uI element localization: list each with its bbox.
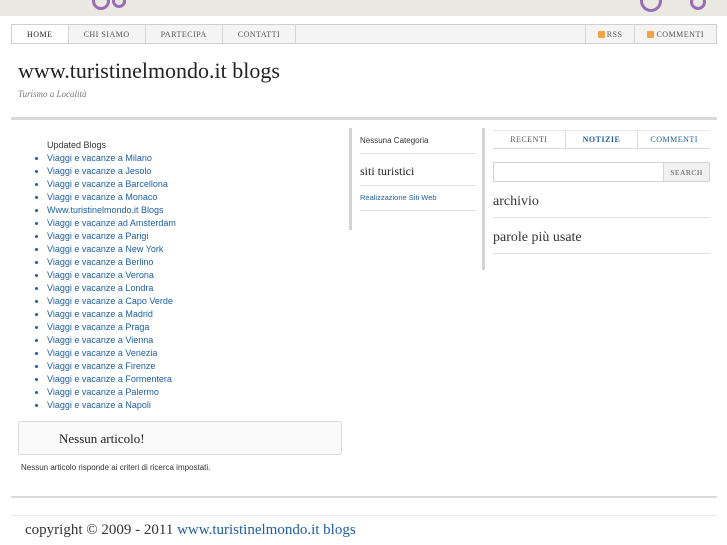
nav-home[interactable]: HOME — [12, 25, 69, 43]
blog-link[interactable]: Viaggi e vacanze a Capo Verde — [47, 295, 176, 308]
blog-link[interactable]: Viaggi e vacanze a Praga — [47, 321, 176, 334]
header-decoration — [0, 0, 727, 16]
decorative-swirl — [640, 0, 662, 12]
blog-link[interactable]: Viaggi e vacanze a Jesolo — [47, 165, 176, 178]
search-button[interactable]: SEARCH — [664, 162, 710, 182]
no-article-title: Nessun articolo! — [59, 431, 145, 446]
sidebar-tabs: RECENTI NOTIZIE COMMENTI — [493, 130, 710, 149]
blog-link[interactable]: Viaggi e vacanze a Formentera — [47, 373, 176, 386]
blog-link[interactable]: Viaggi e vacanze a Madrid — [47, 308, 176, 321]
blog-link[interactable]: Viaggi e vacanze a Venezia — [47, 347, 176, 360]
footer-site-link[interactable]: www.turistinelmondo.it blogs — [177, 522, 356, 538]
column-divider — [482, 128, 485, 270]
blog-link[interactable]: Viaggi e vacanze a Verona — [47, 269, 176, 282]
content-bottom-divider — [11, 496, 717, 498]
copyright-text: copyright © 2009 - 2011 — [25, 522, 174, 538]
nav-rss-label: RSS — [606, 29, 623, 39]
footer: copyright © 2009 - 2011 www.turistinelmo… — [25, 522, 356, 539]
nav-comments-label: COMMENTI — [656, 29, 704, 39]
nav-comments-feed[interactable]: COMMENTI — [634, 25, 716, 43]
category-label: Nessuna Categoria — [360, 130, 476, 154]
nav-chi-siamo[interactable]: CHI SIAMO — [69, 25, 146, 43]
decorative-swirl — [92, 0, 110, 10]
blog-link[interactable]: Viaggi e vacanze a Barcellona — [47, 178, 176, 191]
site-tagline: Turismo a Località — [18, 89, 87, 99]
updated-blogs-heading: Updated Blogs — [47, 140, 107, 150]
footer-divider — [11, 515, 717, 516]
blog-link[interactable]: Viaggi e vacanze a Firenze — [47, 360, 176, 373]
updated-blogs-list: Viaggi e vacanze a Milano Viaggi e vacan… — [35, 152, 176, 412]
blog-link[interactable]: Viaggi e vacanze a New York — [47, 243, 176, 256]
site-title[interactable]: www.turistinelmondo.it blogs — [18, 58, 280, 84]
top-navigation: HOME CHI SIAMO PARTECIPA CONTATTI RSS CO… — [11, 24, 717, 44]
blog-link[interactable]: Viaggi e vacanze a Palermo — [47, 386, 176, 399]
realizzazione-siti-link[interactable]: Realizzazione Siti Web — [360, 186, 476, 211]
right-sidebar: RECENTI NOTIZIE COMMENTI SEARCH archivio… — [493, 130, 710, 254]
blog-link[interactable]: Viaggi e vacanze a Londra — [47, 282, 176, 295]
rss-icon — [597, 30, 605, 38]
archive-heading: archivio — [493, 182, 710, 218]
nav-rss[interactable]: RSS — [584, 25, 635, 43]
tab-recenti[interactable]: RECENTI — [493, 131, 566, 148]
blog-link[interactable]: Viaggi e vacanze ad Amsterdam — [47, 217, 176, 230]
no-article-message: Nessun articolo risponde ai criteri di r… — [21, 463, 211, 472]
tag-cloud-heading: parole più usate — [493, 218, 710, 254]
search-input[interactable] — [493, 162, 664, 182]
header-divider — [11, 117, 717, 120]
search-form: SEARCH — [493, 162, 710, 182]
tab-notizie[interactable]: NOTIZIE — [566, 131, 639, 148]
no-article-box: Nessun articolo! — [18, 421, 342, 455]
blog-link[interactable]: Viaggi e vacanze a Parigi — [47, 230, 176, 243]
blog-link[interactable]: Viaggi e vacanze a Napoli — [47, 399, 176, 412]
rss-icon — [647, 30, 655, 38]
column-divider — [349, 128, 352, 230]
siti-turistici-heading: siti turistici — [360, 154, 476, 186]
middle-sidebar: Nessuna Categoria siti turistici Realizz… — [360, 130, 476, 211]
blog-link[interactable]: Viaggi e vacanze a Milano — [47, 152, 176, 165]
nav-partecipa[interactable]: PARTECIPA — [146, 25, 223, 43]
nav-contatti[interactable]: CONTATTI — [223, 25, 297, 43]
decorative-swirl — [690, 0, 706, 10]
blog-link[interactable]: Viaggi e vacanze a Monaco — [47, 191, 176, 204]
blog-link[interactable]: Viaggi e vacanze a Berlino — [47, 256, 176, 269]
decorative-swirl — [112, 0, 126, 8]
blog-link[interactable]: Viaggi e vacanze a Vienna — [47, 334, 176, 347]
tab-commenti[interactable]: COMMENTI — [638, 131, 710, 148]
blog-link[interactable]: Www.turistinelmondo.it Blogs — [47, 204, 176, 217]
